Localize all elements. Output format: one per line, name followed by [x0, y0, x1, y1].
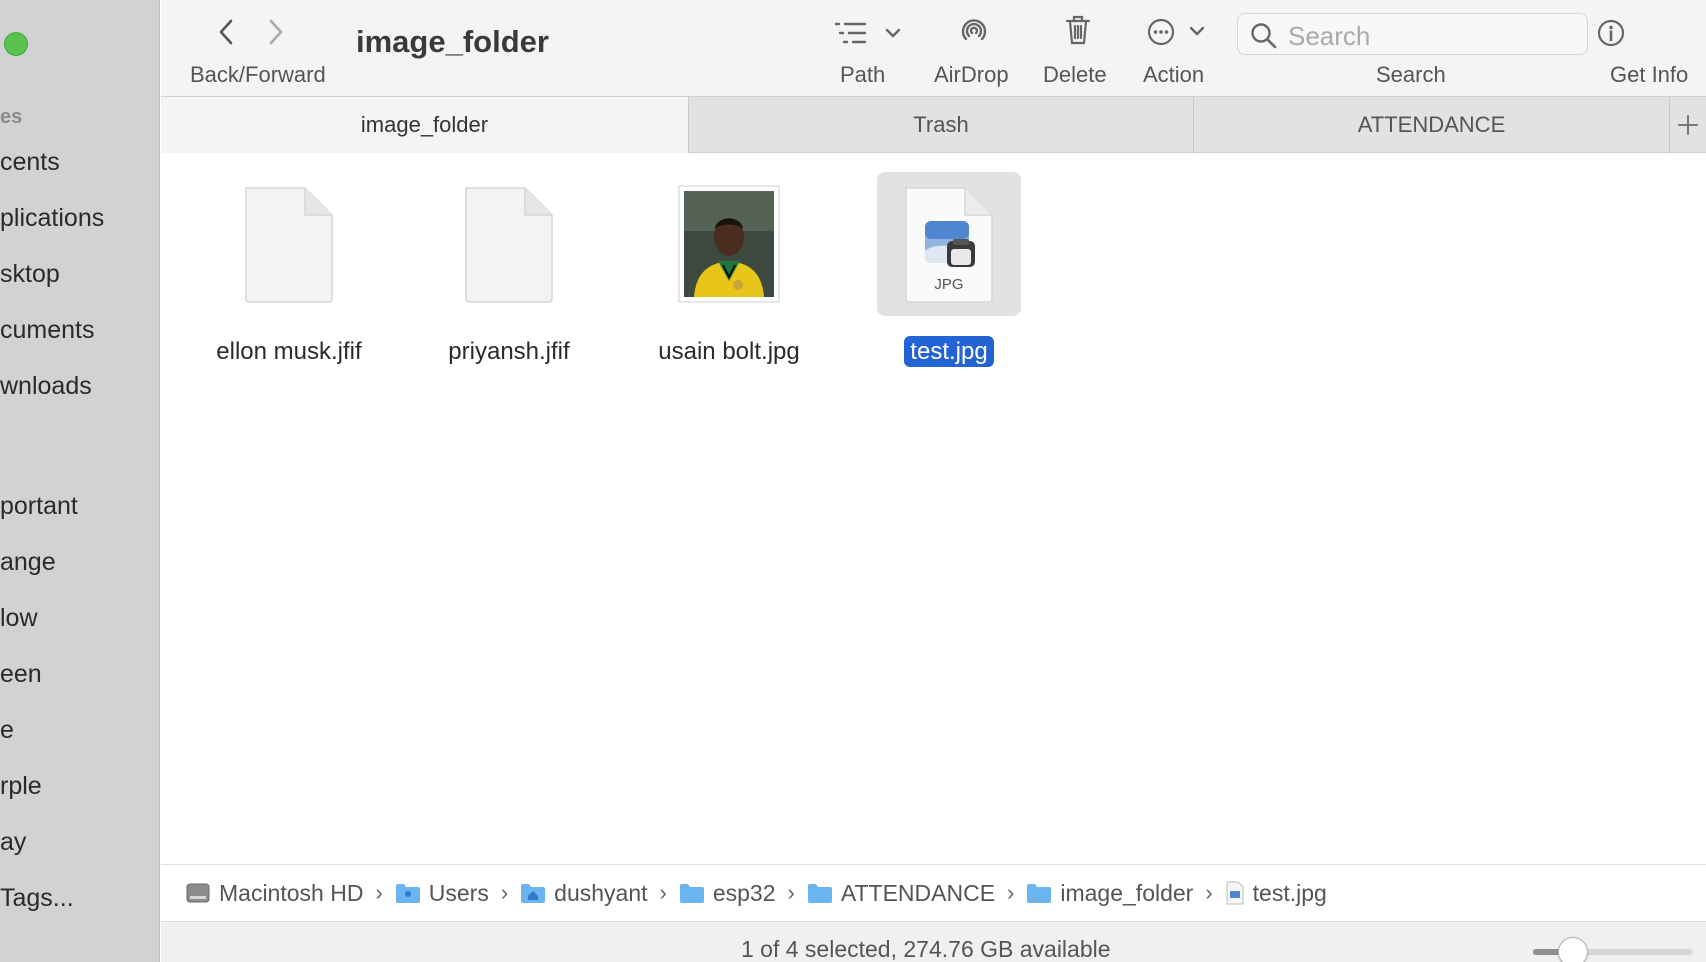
folder-icon: [679, 882, 705, 904]
file-name: test.jpg: [904, 336, 994, 367]
tab-trash[interactable]: Trash: [689, 97, 1194, 153]
sidebar-tag-gray[interactable]: ay: [0, 828, 26, 857]
chevron-right-icon: ›: [787, 880, 795, 905]
sidebar-tag-important[interactable]: portant: [0, 492, 78, 521]
chevron-right-icon: ›: [375, 880, 383, 905]
sidebar-item-applications[interactable]: plications: [0, 204, 104, 233]
window-title: image_folder: [356, 24, 549, 59]
zoom-window-button[interactable]: [4, 32, 28, 56]
tab-attendance[interactable]: ATTENDANCE: [1194, 97, 1670, 153]
path-item-macintosh-hd[interactable]: Macintosh HD ›: [185, 880, 395, 907]
get-info-label: Get Info: [1610, 62, 1689, 87]
trash-icon[interactable]: [1064, 14, 1092, 51]
toolbar: Back/Forward image_folder Path AirDrop D…: [161, 0, 1706, 96]
sidebar-item-recents[interactable]: cents: [0, 148, 60, 177]
file-name: ellon musk.jfif: [216, 338, 362, 365]
folder-icon: [395, 882, 421, 904]
airdrop-icon[interactable]: [958, 15, 990, 52]
sidebar-tag-green[interactable]: een: [0, 660, 42, 689]
forward-icon[interactable]: [268, 18, 284, 51]
slider-knob[interactable]: [1558, 937, 1588, 962]
status-text: 1 of 4 selected, 274.76 GB available: [741, 936, 1111, 962]
photo-thumbnail: [657, 172, 801, 316]
file-name: priyansh.jfif: [448, 338, 570, 365]
jpg-document-icon: JPG: [877, 172, 1021, 316]
file-item-priyansh[interactable]: priyansh.jfif: [409, 172, 609, 372]
search-placeholder: Search: [1288, 21, 1371, 51]
document-icon: [217, 172, 361, 316]
chevron-right-icon: ›: [1007, 880, 1015, 905]
path-bar: Macintosh HD › Users › dushyant › esp32 …: [161, 864, 1706, 921]
path-item-label: esp32: [712, 879, 776, 906]
path-list-icon[interactable]: [833, 20, 903, 51]
file-item-usain-bolt[interactable]: usain bolt.jpg: [629, 172, 829, 372]
file-name: usain bolt.jpg: [658, 338, 800, 365]
folder-icon: [807, 882, 833, 904]
path-item-label: ATTENDANCE: [840, 879, 996, 906]
hard-drive-icon: [185, 881, 211, 905]
sidebar-tag-yellow[interactable]: low: [0, 604, 38, 633]
delete-label: Delete: [1043, 62, 1107, 87]
plus-icon: [1678, 115, 1698, 135]
back-icon[interactable]: [218, 18, 234, 51]
status-bar: 1 of 4 selected, 274.76 GB available: [161, 921, 1706, 962]
path-label: Path: [840, 62, 886, 87]
back-forward-label: Back/Forward: [190, 62, 326, 87]
path-item-label: Users: [428, 879, 489, 906]
search-icon: [1251, 23, 1277, 49]
chevron-right-icon: ›: [1205, 880, 1213, 905]
sidebar-tag-blue[interactable]: e: [0, 716, 14, 745]
sidebar-section-label: es: [0, 106, 23, 128]
home-folder-icon: [520, 882, 546, 904]
search-input[interactable]: Search: [1237, 13, 1588, 55]
path-item-esp32[interactable]: esp32 ›: [679, 880, 807, 907]
action-ellipsis-icon[interactable]: [1147, 18, 1209, 51]
chevron-right-icon: ›: [659, 880, 667, 905]
path-item-image-folder[interactable]: image_folder ›: [1026, 880, 1224, 907]
new-tab-button[interactable]: [1670, 97, 1706, 153]
sidebar: es cents plications sktop cuments wnload…: [0, 0, 160, 962]
path-item-label: dushyant: [554, 879, 648, 906]
chevron-right-icon: ›: [500, 880, 509, 905]
tab-bar: image_folder Trash ATTENDANCE: [161, 96, 1706, 153]
file-grid: ellon musk.jfif priyansh.jfif usain bolt…: [161, 154, 1706, 864]
airdrop-label: AirDrop: [934, 62, 1009, 87]
info-icon[interactable]: [1597, 19, 1625, 52]
path-item-attendance[interactable]: ATTENDANCE ›: [807, 880, 1027, 907]
folder-icon: [1026, 882, 1052, 904]
path-item-dushyant[interactable]: dushyant ›: [520, 880, 679, 907]
tab-image-folder[interactable]: image_folder: [161, 97, 689, 153]
file-item-ellon-musk[interactable]: ellon musk.jfif: [189, 172, 389, 372]
sidebar-item-desktop[interactable]: sktop: [0, 260, 60, 289]
path-item-test-jpg[interactable]: test.jpg: [1225, 880, 1327, 907]
sidebar-item-downloads[interactable]: wnloads: [0, 372, 92, 401]
search-label: Search: [1376, 62, 1446, 87]
path-item-label: Macintosh HD: [219, 879, 364, 906]
document-icon: [437, 172, 581, 316]
action-label: Action: [1143, 62, 1205, 87]
sidebar-item-documents[interactable]: cuments: [0, 316, 94, 345]
path-item-users[interactable]: Users ›: [395, 880, 520, 907]
sidebar-tag-purple[interactable]: rple: [0, 772, 42, 801]
path-item-label: image_folder: [1060, 879, 1194, 906]
file-item-test-jpg[interactable]: JPG test.jpg: [849, 172, 1049, 372]
sidebar-tag-orange[interactable]: ange: [0, 548, 56, 577]
sidebar-all-tags[interactable]: Tags...: [0, 884, 74, 913]
jpg-file-icon: [1225, 881, 1245, 905]
icon-size-slider[interactable]: [1533, 937, 1693, 962]
path-item-label: test.jpg: [1252, 879, 1327, 906]
file-type-badge: JPG: [934, 276, 964, 293]
